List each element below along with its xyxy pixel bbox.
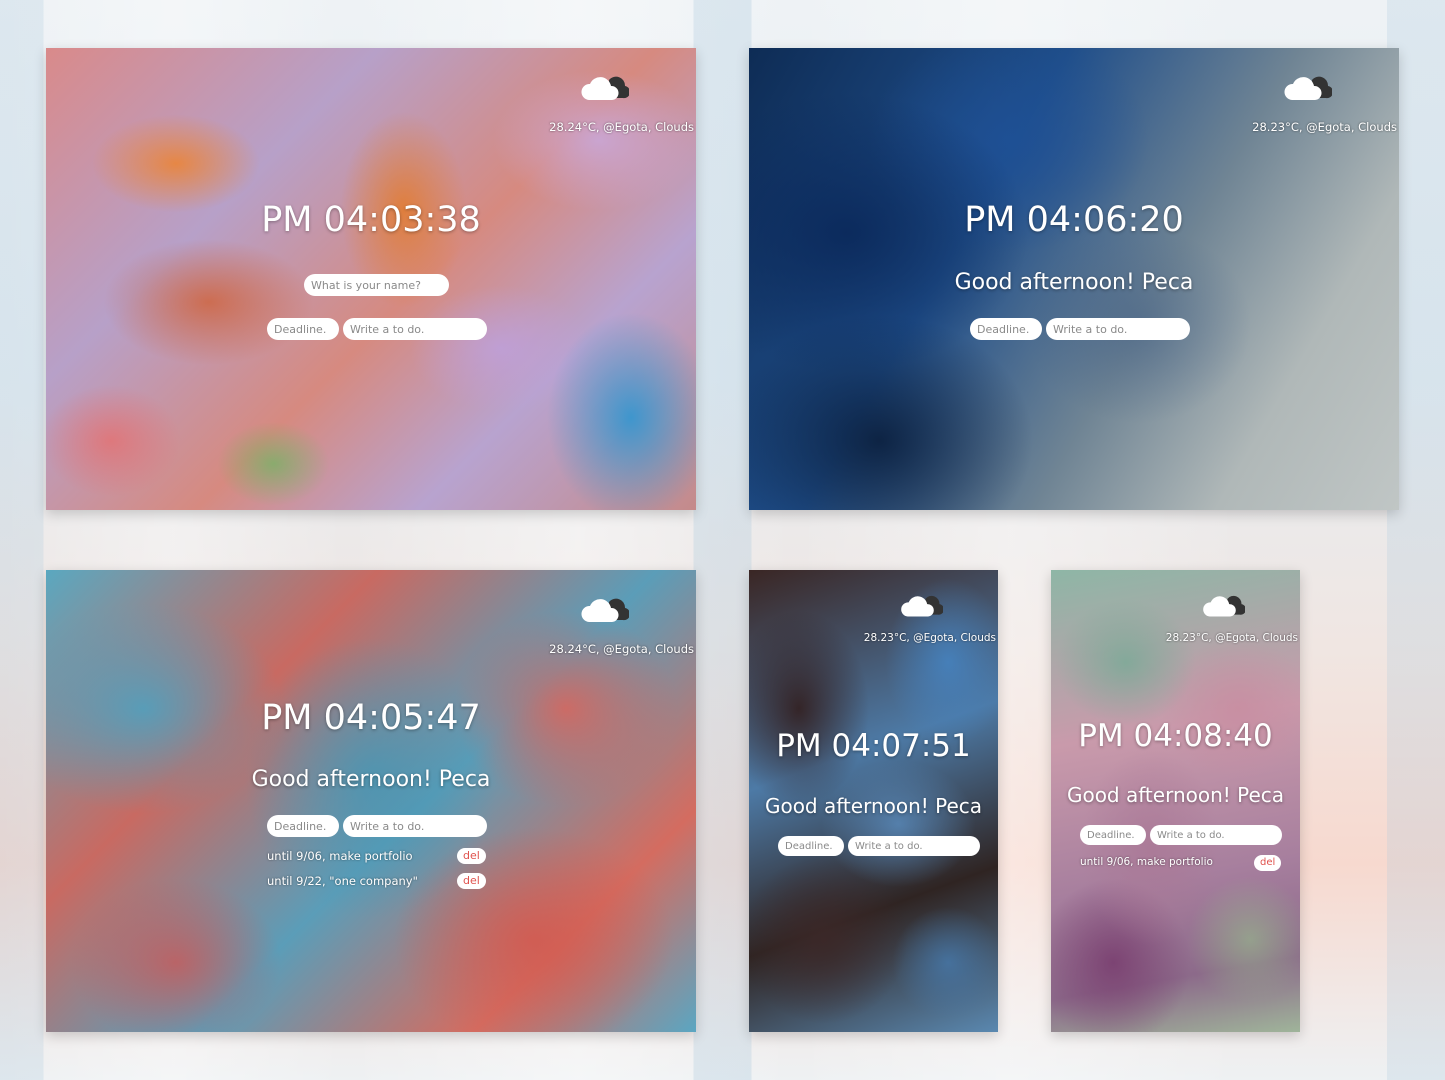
weather-widget: 28.23°C, @Egota, Clouds bbox=[846, 590, 996, 644]
todo-item: until 9/06, make portfolio bbox=[1080, 856, 1213, 868]
deadline-input[interactable] bbox=[267, 815, 339, 837]
cloud-icon bbox=[581, 76, 629, 100]
screen-5: 28.23°C, @Egota, Clouds PM 04:08:40 Good… bbox=[1051, 570, 1300, 1032]
weather-text: 28.23°C, @Egota, Clouds bbox=[863, 632, 996, 644]
cloud-icon bbox=[1284, 76, 1332, 100]
weather-widget: 28.23°C, @Egota, Clouds bbox=[1217, 70, 1397, 134]
weather-text: 28.23°C, @Egota, Clouds bbox=[1165, 632, 1298, 644]
greeting: Good afternoon! Peca bbox=[1066, 783, 1285, 807]
greeting: Good afternoon! Peca bbox=[764, 794, 983, 818]
deadline-input[interactable] bbox=[970, 318, 1042, 340]
deadline-input[interactable] bbox=[267, 318, 339, 340]
weather-text: 28.24°C, @Egota, Clouds bbox=[549, 642, 694, 656]
todo-input[interactable] bbox=[343, 815, 487, 837]
weather-widget: 28.24°C, @Egota, Clouds bbox=[514, 592, 694, 656]
todo-item: until 9/22, "one company" bbox=[267, 874, 418, 888]
cloud-icon bbox=[1203, 595, 1245, 617]
weather-text: 28.23°C, @Egota, Clouds bbox=[1252, 120, 1397, 134]
screen-2: 28.23°C, @Egota, Clouds PM 04:06:20 Good… bbox=[749, 48, 1399, 510]
todo-input[interactable] bbox=[848, 836, 980, 856]
clock: PM 04:07:51 bbox=[776, 728, 971, 764]
screen-4: 28.23°C, @Egota, Clouds PM 04:07:51 Good… bbox=[749, 570, 998, 1032]
name-input[interactable] bbox=[304, 274, 449, 296]
clock: PM 04:08:40 bbox=[1078, 718, 1273, 754]
greeting: Good afternoon! Peca bbox=[251, 767, 491, 792]
delete-button[interactable]: del bbox=[457, 848, 486, 864]
clock: PM 04:05:47 bbox=[261, 698, 481, 738]
clock: PM 04:06:20 bbox=[964, 200, 1184, 240]
screen-1: 28.24°C, @Egota, Clouds PM 04:03:38 bbox=[46, 48, 696, 510]
weather-widget: 28.24°C, @Egota, Clouds bbox=[514, 70, 694, 134]
deadline-input[interactable] bbox=[1080, 825, 1146, 845]
weather-text: 28.24°C, @Egota, Clouds bbox=[549, 120, 694, 134]
weather-widget: 28.23°C, @Egota, Clouds bbox=[1148, 590, 1298, 644]
cloud-icon bbox=[581, 598, 629, 622]
todo-input[interactable] bbox=[343, 318, 487, 340]
screen-3: 28.24°C, @Egota, Clouds PM 04:05:47 Good… bbox=[46, 570, 696, 1032]
delete-button[interactable]: del bbox=[457, 873, 486, 889]
greeting: Good afternoon! Peca bbox=[954, 270, 1194, 295]
todo-input[interactable] bbox=[1150, 825, 1282, 845]
cloud-icon bbox=[901, 595, 943, 617]
clock: PM 04:03:38 bbox=[261, 200, 481, 240]
todo-input[interactable] bbox=[1046, 318, 1190, 340]
deadline-input[interactable] bbox=[778, 836, 844, 856]
delete-button[interactable]: del bbox=[1254, 855, 1282, 871]
todo-item: until 9/06, make portfolio bbox=[267, 849, 413, 863]
